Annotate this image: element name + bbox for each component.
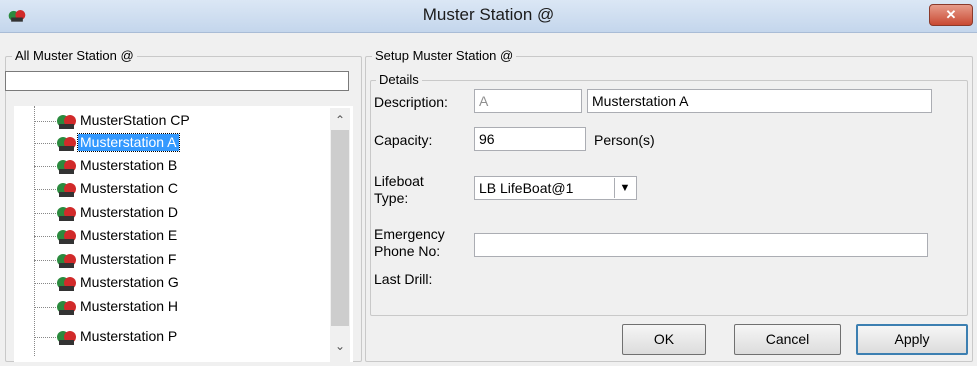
tree-item-label: Musterstation D <box>80 204 179 220</box>
capacity-field[interactable]: 96 <box>474 127 586 151</box>
tree-item[interactable]: Musterstation H <box>14 296 334 318</box>
emergency-phone-field[interactable] <box>474 233 928 257</box>
cancel-button[interactable]: Cancel <box>734 324 841 355</box>
muster-station-icon <box>57 277 76 291</box>
muster-station-icon <box>57 207 76 221</box>
last-drill-label: Last Drill: <box>374 271 433 287</box>
muster-station-icon <box>57 137 76 151</box>
tree-branch-line <box>34 143 56 144</box>
tree-item[interactable]: Musterstation C <box>14 178 334 200</box>
tree-item[interactable]: Musterstation A <box>14 132 334 154</box>
muster-station-icon <box>57 331 76 345</box>
lifeboat-type-value: LB LifeBoat@1 <box>479 180 574 196</box>
muster-station-tree[interactable]: MusterStation CP Musterstation A Mustersta… <box>14 106 353 362</box>
muster-station-icon <box>57 115 76 129</box>
lifeboat-type-label-line1: Lifeboat <box>374 173 424 189</box>
capacity-unit-label: Person(s) <box>594 132 655 148</box>
tree-branch-line <box>34 213 56 214</box>
tree-branch-line <box>34 260 56 261</box>
muster-station-icon <box>57 183 76 197</box>
tree-item-label: Musterstation C <box>80 180 179 196</box>
tree-item-label: Musterstation F <box>80 251 177 267</box>
tree-item-label: Musterstation H <box>80 298 179 314</box>
muster-station-icon <box>57 230 76 244</box>
tree-item-label: Musterstation P <box>80 328 178 344</box>
emergency-phone-label-line1: Emergency <box>374 226 445 242</box>
tree-item[interactable]: Musterstation F <box>14 249 334 271</box>
tree-item-label: Musterstation B <box>80 157 178 173</box>
emergency-phone-label-line2: Phone No: <box>374 243 441 259</box>
station-filter-input[interactable] <box>5 71 349 91</box>
title-bar[interactable]: Muster Station @ ✕ <box>0 0 977 33</box>
close-button[interactable]: ✕ <box>929 4 973 26</box>
tree-item[interactable]: Musterstation E <box>14 225 334 247</box>
muster-station-icon <box>57 301 76 315</box>
tree-item-label: Musterstation A <box>77 133 180 152</box>
dropdown-arrow-icon[interactable]: ▼ <box>614 178 635 198</box>
lifeboat-type-label-line2: Type: <box>374 190 409 206</box>
capacity-label: Capacity: <box>374 132 433 148</box>
tree-item[interactable]: Musterstation G <box>14 272 334 294</box>
tree-branch-line <box>34 166 56 167</box>
details-group: Details <box>370 72 968 316</box>
lifeboat-type-select[interactable]: LB LifeBoat@1 ▼ <box>474 176 637 200</box>
tree-branch-line <box>34 236 56 237</box>
tree-item-label: MusterStation CP <box>80 112 190 128</box>
all-muster-station-legend: All Muster Station @ <box>12 48 137 63</box>
setup-muster-station-legend: Setup Muster Station @ <box>372 48 517 63</box>
muster-station-window: Muster Station @ ✕ All Muster Station @ … <box>0 0 977 366</box>
description-field[interactable]: Musterstation A <box>587 89 932 113</box>
scroll-thumb[interactable] <box>331 130 349 326</box>
tree-item-label: Musterstation G <box>80 274 179 290</box>
tree-item[interactable]: Musterstation P <box>14 326 334 348</box>
description-label: Description: <box>374 94 448 110</box>
ok-button[interactable]: OK <box>622 324 706 355</box>
apply-button[interactable]: Apply <box>856 324 968 355</box>
tree-item[interactable]: Musterstation B <box>14 155 334 177</box>
muster-station-icon <box>57 254 76 268</box>
scroll-down-icon[interactable]: ⌄ <box>330 336 350 356</box>
tree-item-label: Musterstation E <box>80 227 178 243</box>
description-code-field: A <box>474 89 582 113</box>
scroll-up-icon[interactable]: ⌃ <box>330 110 350 130</box>
tree-item[interactable]: Musterstation D <box>14 202 334 224</box>
tree-item[interactable]: MusterStation CP <box>14 110 334 132</box>
window-title: Muster Station @ <box>422 5 555 24</box>
tree-branch-line <box>34 307 56 308</box>
tree-scrollbar[interactable]: ⌃ ⌄ <box>330 108 350 362</box>
tree-branch-line <box>34 189 56 190</box>
details-legend: Details <box>376 72 422 87</box>
tree-branch-line <box>34 337 56 338</box>
tree-branch-line <box>34 283 56 284</box>
muster-station-icon <box>57 160 76 174</box>
tree-branch-line <box>34 121 56 122</box>
